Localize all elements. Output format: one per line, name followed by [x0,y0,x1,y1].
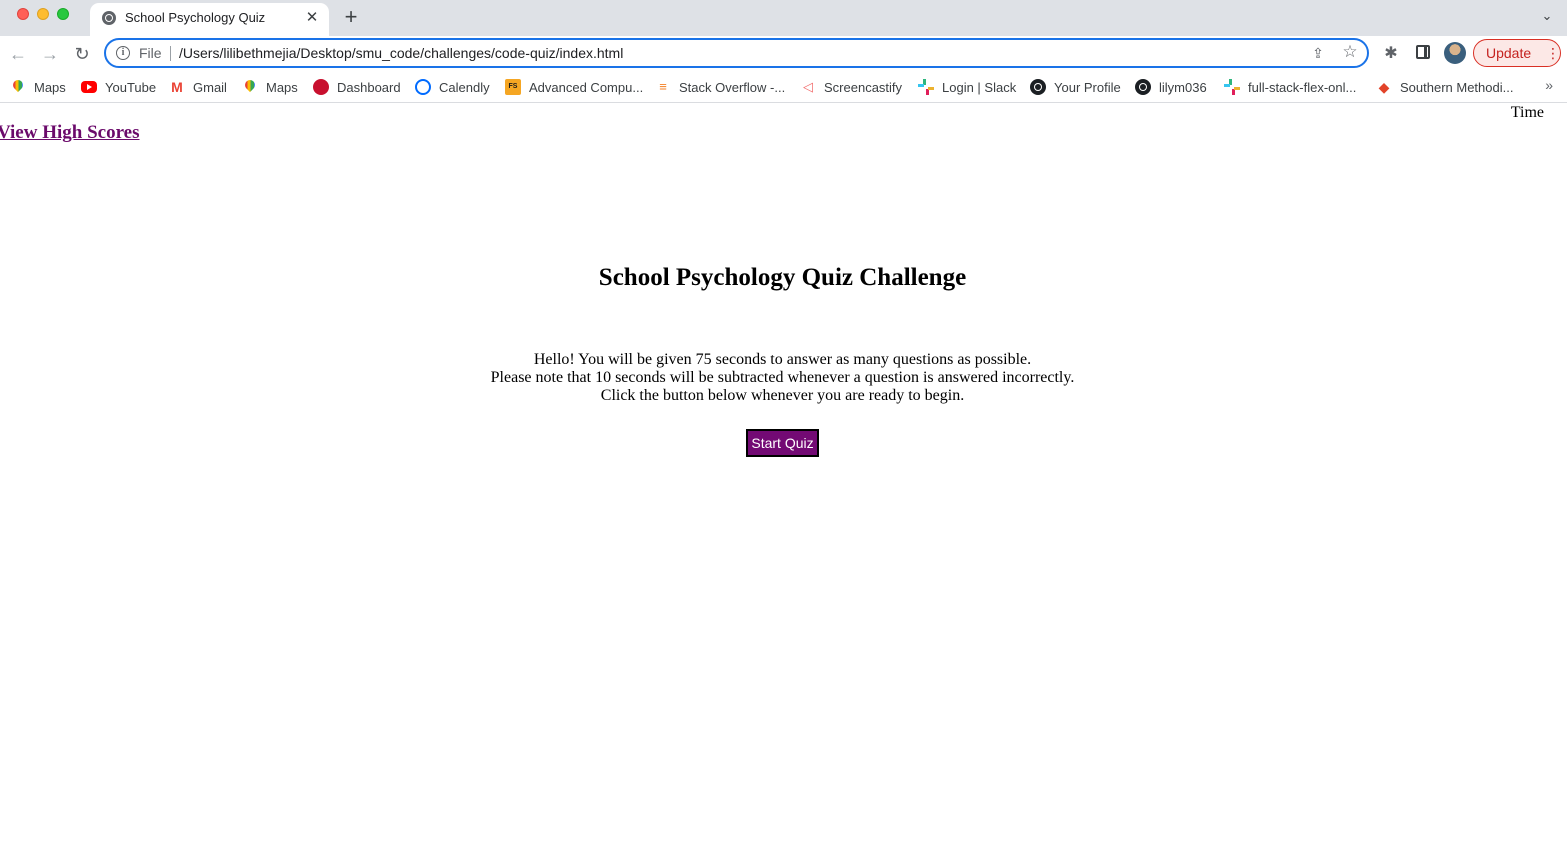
start-quiz-button[interactable]: Start Quiz [746,429,819,457]
maps-icon [10,79,26,95]
side-panel-icon[interactable] [1416,45,1430,59]
bookmark-slack-login[interactable]: Login | Slack [918,77,1016,97]
bookmark-label: Your Profile [1054,79,1121,95]
view-high-scores-link[interactable]: View High Scores [0,122,140,144]
bookmark-maps[interactable]: Maps [10,77,66,97]
bookmark-label: Login | Slack [942,79,1017,95]
instructions: Hello! You will be given 75 seconds to a… [0,351,1565,405]
back-button[interactable]: ← [6,42,30,66]
bookmark-lilym036[interactable]: lilym036 [1135,77,1207,97]
slack-icon [1224,79,1240,95]
update-label: Update [1486,45,1532,61]
dashboard-icon [313,79,329,95]
fullscreen-window-icon[interactable] [57,8,69,20]
page-content: Time View High Scores School Psychology … [0,104,1567,858]
tab-search-chevron-icon[interactable]: ⌄ [1539,8,1555,24]
globe-icon [102,11,116,25]
tab-strip: School Psychology Quiz ✕ + ⌄ [0,0,1567,36]
bookmark-southern-methodist[interactable]: ◆ Southern Methodi... [1376,77,1514,97]
bookmark-gmail[interactable]: M Gmail [169,77,227,97]
extensions-puzzle-icon[interactable]: ✱ [1381,44,1401,64]
bookmark-youtube[interactable]: YouTube [81,77,156,97]
bookmark-label: Maps [266,79,298,95]
browser-toolbar: ← → ↻ i File /Users/lilibethmejia/Deskto… [0,36,1567,72]
bookmarks-bar: Maps YouTube M Gmail Maps Dashboard Cale… [0,72,1567,103]
youtube-icon [81,81,97,93]
gmail-icon: M [171,79,183,95]
url-text[interactable]: /Users/lilibethmejia/Desktop/smu_code/ch… [179,45,623,61]
active-tab[interactable]: School Psychology Quiz ✕ [90,3,329,36]
bookmark-label: full-stack-flex-onl... [1248,79,1357,95]
bookmark-label: Maps [34,79,66,95]
maps-icon [242,79,258,95]
new-tab-button[interactable]: + [340,5,362,29]
url-scheme-label: File [139,45,162,61]
bookmark-label: Screencastify [824,79,903,95]
advanced-computing-icon: FS [505,79,521,95]
update-button[interactable]: Update ⋮ [1473,39,1561,67]
bookmark-label: Calendly [439,79,490,95]
calendly-icon [415,79,431,95]
bookmark-full-stack-flex[interactable]: full-stack-flex-onl... [1224,77,1356,97]
tab-title: School Psychology Quiz [125,10,266,25]
close-tab-icon[interactable]: ✕ [303,9,321,27]
bookmark-label: Dashboard [337,79,401,95]
address-bar[interactable]: i File /Users/lilibethmejia/Desktop/smu_… [104,38,1369,68]
instruction-line: Click the button below whenever you are … [600,387,965,404]
bookmark-calendly[interactable]: Calendly [415,77,490,97]
bookmark-label: Stack Overflow -... [679,79,786,95]
bookmark-label: Advanced Compu... [529,79,644,95]
bookmark-advanced-computing[interactable]: FS Advanced Compu... [505,77,643,97]
minimize-window-icon[interactable] [37,8,49,20]
bookmark-label: Gmail [193,79,227,95]
bookmark-your-profile[interactable]: Your Profile [1030,77,1121,97]
bookmark-label: Southern Methodi... [1400,79,1514,95]
bookmark-label: lilym036 [1159,79,1207,95]
gitlab-icon: ◆ [1378,79,1390,95]
stack-overflow-icon: ≡ [659,79,667,94]
forward-button[interactable]: → [38,42,62,66]
page-title: School Psychology Quiz Challenge [598,264,967,291]
instruction-line: Please note that 10 seconds will be subt… [490,369,1075,386]
github-icon [1030,79,1046,95]
bookmark-stack-overflow[interactable]: ≡ Stack Overflow -... [655,77,785,97]
more-bookmarks-chevron-icon[interactable]: » [1545,77,1553,93]
reload-button[interactable]: ↻ [70,42,94,66]
bookmark-label: YouTube [105,79,157,95]
bookmark-star-icon[interactable]: ☆ [1341,43,1359,61]
share-icon[interactable]: ⇪ [1310,45,1326,61]
close-window-icon[interactable] [17,8,29,20]
site-info-icon[interactable]: i [116,46,130,60]
address-separator [170,46,171,61]
timer-label: Time [1510,104,1544,121]
slack-icon [918,79,934,95]
bookmark-dashboard[interactable]: Dashboard [313,77,401,97]
kebab-menu-icon: ⋮ [1546,45,1560,61]
github-icon [1135,79,1151,95]
screencastify-icon: ◁ [803,79,813,94]
bookmark-maps-2[interactable]: Maps [242,77,298,97]
profile-avatar[interactable] [1444,42,1466,64]
bookmark-screencastify[interactable]: ◁ Screencastify [800,77,902,97]
instruction-line: Hello! You will be given 75 seconds to a… [533,351,1032,368]
